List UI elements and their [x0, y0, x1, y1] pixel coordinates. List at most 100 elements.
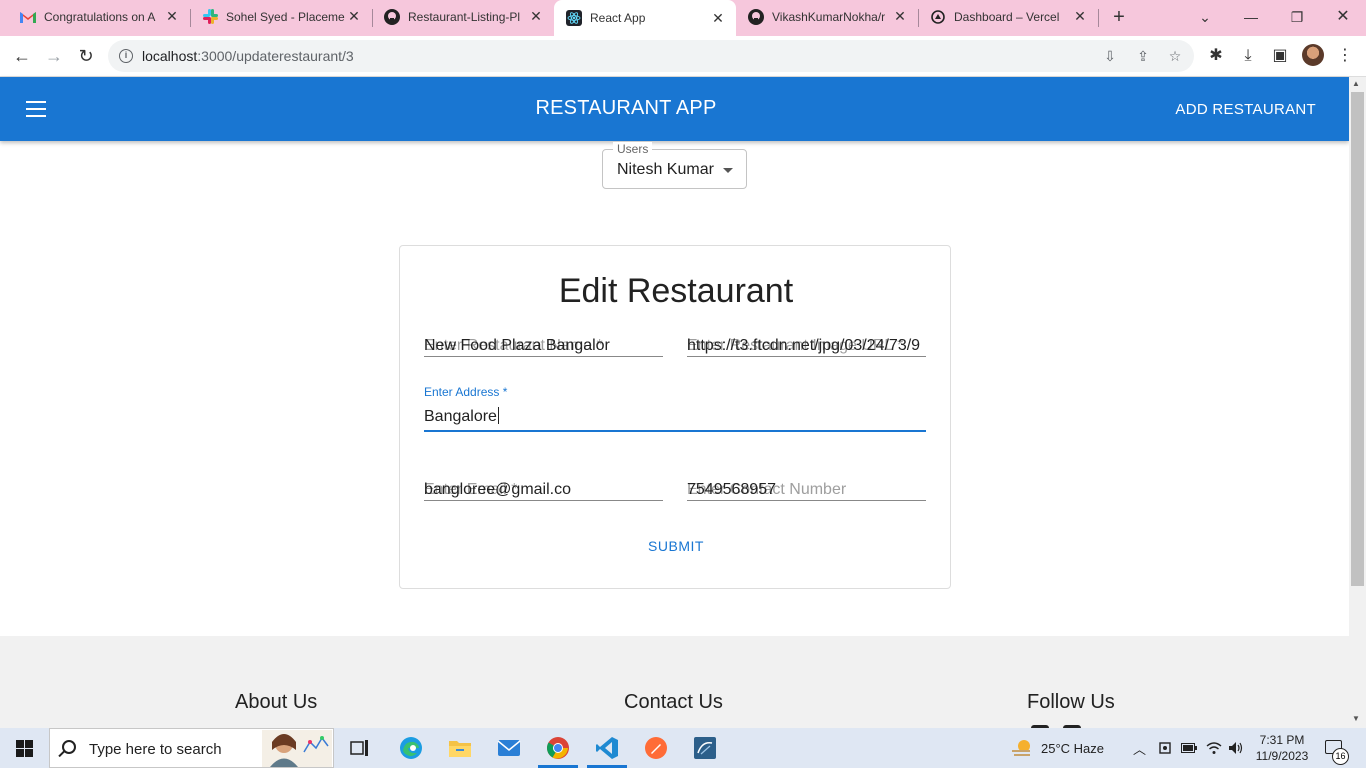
browser-tab[interactable]: Restaurant-Listing-Pl ✕ — [372, 0, 554, 33]
close-icon[interactable]: ✕ — [346, 8, 362, 25]
browser-tab[interactable]: Congratulations on A ✕ — [8, 0, 190, 33]
search-icon — [62, 740, 76, 754]
clock-date: 11/9/2023 — [1255, 749, 1309, 763]
github-icon — [384, 8, 400, 25]
contact-number-value: 7549568957 — [687, 481, 776, 498]
edit-restaurant-form: Edit Restaurant Enter Restaurant Name * … — [399, 245, 951, 589]
browser-tab[interactable]: Sohel Syed - Placeme ✕ — [190, 0, 372, 33]
tab-search-icon[interactable]: ⌄ — [1194, 6, 1216, 28]
browser-tab-active[interactable]: React App ✕ — [554, 0, 736, 36]
weather-widget[interactable]: 25°C Haze — [1010, 728, 1104, 768]
users-select[interactable]: Users Nitesh Kumar — [602, 142, 747, 189]
haze-weather-icon — [1012, 740, 1030, 756]
text-cursor — [497, 407, 499, 424]
users-select-value: Nitesh Kumar — [617, 161, 714, 178]
react-icon — [566, 10, 582, 26]
submit-button[interactable]: SUBMIT — [400, 538, 952, 554]
tab-title: VikashKumarNokha/r — [772, 9, 886, 24]
browser-toolbar: ← → ↻ i localhost:3000/updaterestaurant/… — [0, 36, 1366, 77]
tab-title: Dashboard – Vercel — [954, 9, 1060, 24]
edge-browser-icon[interactable] — [397, 734, 425, 762]
close-icon[interactable]: ✕ — [528, 8, 544, 25]
url-text[interactable]: localhost:3000/updaterestaurant/3 — [142, 48, 354, 64]
restaurant-image-url-field[interactable]: Enter Restaurant Image URL * https://t3.… — [687, 333, 926, 357]
footer-about-heading: About Us — [235, 691, 318, 713]
address-bar[interactable]: i localhost:3000/updaterestaurant/3 ⇩ ⇪ … — [108, 40, 1194, 72]
battery-icon[interactable] — [1181, 728, 1197, 768]
taskbar-search-placeholder: Type here to search — [89, 741, 222, 758]
restore-button[interactable]: ❐ — [1286, 6, 1308, 28]
share-icon[interactable]: ⇪ — [1134, 47, 1152, 65]
browser-tab-strip: Congratulations on A ✕ Sohel Syed - Plac… — [0, 0, 1366, 36]
install-app-icon[interactable]: ⇩ — [1101, 47, 1119, 65]
profile-avatar[interactable] — [1302, 44, 1324, 66]
taskbar-clock[interactable]: 7:31 PM 11/9/2023 — [1252, 732, 1312, 764]
close-icon[interactable]: ✕ — [892, 8, 908, 25]
app-title: RESTAURANT APP — [535, 97, 717, 119]
reload-icon[interactable]: ↻ — [74, 44, 98, 68]
new-tab-button[interactable]: + — [1108, 6, 1130, 28]
footer-follow-heading: Follow Us — [1027, 691, 1115, 713]
form-title: Edit Restaurant — [558, 272, 794, 310]
tab-title: React App — [590, 11, 646, 25]
email-field[interactable]: Enter Email * bangloree@gmail.co — [424, 477, 663, 501]
mysql-workbench-icon[interactable] — [691, 734, 719, 762]
postman-icon[interactable] — [642, 734, 670, 762]
download-icon[interactable]: ⤓ — [1237, 45, 1259, 67]
chrome-taskbar-icon[interactable] — [538, 734, 578, 768]
slack-icon — [202, 9, 218, 25]
tab-title: Restaurant-Listing-Pl — [408, 9, 521, 24]
gmail-icon — [20, 9, 36, 25]
notification-count-badge: 16 — [1332, 748, 1349, 765]
restaurant-name-field[interactable]: Enter Restaurant Name * New Food Plaza B… — [424, 333, 663, 357]
close-icon[interactable]: ✕ — [1072, 8, 1088, 25]
browser-tab[interactable]: Dashboard – Vercel ✕ — [918, 0, 1098, 33]
footer-contact-heading: Contact Us — [624, 691, 723, 713]
chrome-menu-icon[interactable]: ⋮ — [1334, 45, 1356, 67]
side-panel-icon[interactable]: ▣ — [1269, 45, 1291, 67]
restaurant-name-value: New Food Plaza Bangalor — [424, 337, 610, 354]
windows-start-icon[interactable] — [16, 740, 33, 757]
taskbar-search-box[interactable]: Type here to search — [49, 728, 334, 768]
back-arrow-icon[interactable]: ← — [10, 44, 34, 68]
browser-tab[interactable]: VikashKumarNokha/r ✕ — [736, 0, 918, 33]
address-value: Bangalore — [424, 407, 499, 425]
scrollbar-thumb[interactable] — [1351, 92, 1364, 586]
wifi-icon[interactable] — [1206, 728, 1222, 768]
close-icon[interactable]: ✕ — [164, 8, 180, 25]
contact-number-field[interactable]: Enter Contact Number 7549568957 — [687, 477, 926, 501]
scroll-down-arrow-icon[interactable]: ▼ — [1352, 714, 1360, 723]
github-icon — [748, 8, 764, 25]
search-highlight-illustration — [262, 730, 332, 767]
address-field-label: Enter Address * — [424, 385, 508, 399]
windows-taskbar: Type here to search 25°C Haze ︿ 7:31 PM … — [0, 728, 1366, 768]
mail-icon[interactable] — [495, 734, 523, 762]
task-view-icon[interactable] — [346, 734, 374, 762]
email-value: bangloree@gmail.co — [424, 481, 571, 498]
volume-icon[interactable] — [1228, 728, 1244, 768]
users-select-label: Users — [613, 142, 653, 156]
meet-now-icon[interactable] — [1158, 728, 1172, 768]
tab-divider — [1098, 9, 1099, 27]
bookmark-star-icon[interactable]: ☆ — [1166, 47, 1184, 65]
weather-text: 25°C Haze — [1041, 740, 1105, 756]
close-icon[interactable]: ✕ — [710, 10, 726, 27]
vscode-icon[interactable] — [587, 734, 627, 768]
page-footer: About Us Contact Us Follow Us — [0, 636, 1349, 728]
minimize-button[interactable]: — — [1240, 6, 1262, 28]
window-close-button[interactable]: ✕ — [1332, 6, 1354, 28]
address-field[interactable]: Bangalore — [424, 404, 926, 432]
app-header: RESTAURANT APP ADD RESTAURANT — [0, 77, 1349, 141]
scroll-up-arrow-icon[interactable]: ▲ — [1352, 79, 1360, 88]
extensions-puzzle-icon[interactable]: ✱ — [1205, 45, 1227, 67]
show-hidden-icons-icon[interactable]: ︿ — [1133, 728, 1146, 768]
tab-title: Sohel Syed - Placeme — [226, 9, 345, 24]
dropdown-arrow-icon — [723, 168, 733, 173]
add-restaurant-button[interactable]: ADD RESTAURANT — [1175, 101, 1316, 118]
vercel-icon — [930, 9, 946, 25]
forward-arrow-icon[interactable]: → — [42, 44, 66, 68]
clock-time: 7:31 PM — [1259, 733, 1305, 747]
site-info-icon[interactable]: i — [119, 49, 133, 63]
file-explorer-icon[interactable] — [446, 734, 474, 762]
restaurant-image-url-value: https://t3.ftcdn.net/jpg/03/24/73/9 — [687, 337, 921, 354]
